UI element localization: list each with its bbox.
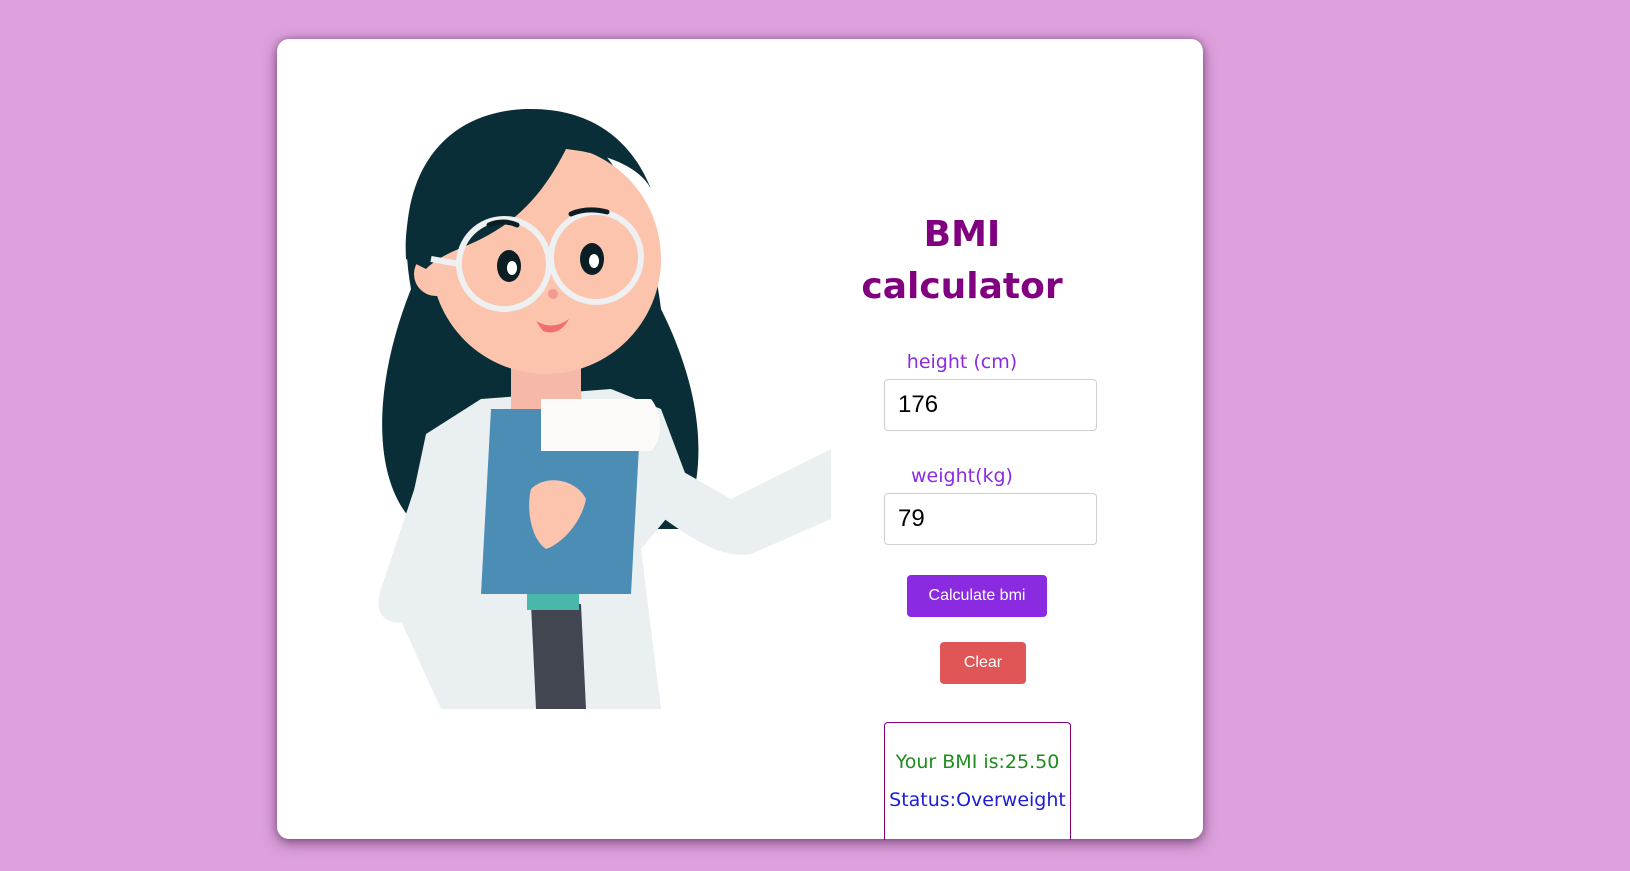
clear-button[interactable]: Clear [940, 642, 1026, 684]
calculate-bmi-button[interactable]: Calculate bmi [907, 575, 1047, 617]
height-label: height (cm) [906, 351, 1018, 373]
height-input[interactable] [884, 379, 1097, 431]
title-line-2: calculator [861, 266, 1063, 307]
weight-input[interactable] [884, 493, 1097, 545]
status-result: Status:Overweight [889, 789, 1066, 811]
bmi-result: Your BMI is:25.50 [895, 751, 1060, 773]
page-title: BMI calculator [837, 209, 1087, 313]
height-group: height (cm) [837, 351, 1097, 431]
bmi-form: BMI calculator height (cm) weight(kg) Ca… [837, 209, 1097, 684]
result-box: Your BMI is:25.50 Status:Overweight [884, 722, 1071, 840]
title-line-1: BMI [923, 214, 1001, 255]
doctor-illustration-icon [378, 109, 831, 709]
bmi-card: BMI calculator height (cm) weight(kg) Ca… [277, 39, 1203, 840]
weight-label: weight(kg) [911, 465, 1013, 487]
weight-group: weight(kg) [837, 465, 1097, 545]
